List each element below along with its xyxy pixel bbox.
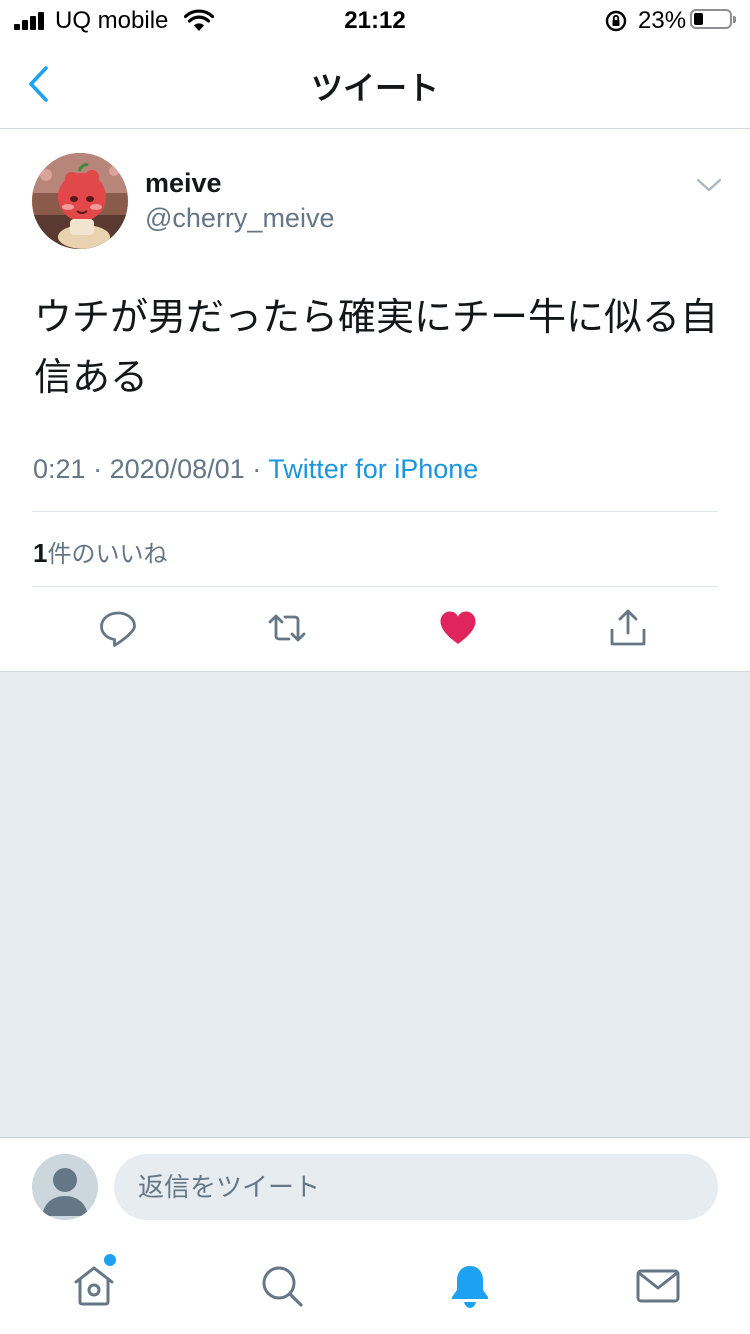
likes-count-link[interactable]: 1件のいいね [33, 534, 167, 569]
divider [32, 511, 718, 512]
user-avatar[interactable] [32, 153, 128, 249]
heart-icon[interactable] [438, 608, 478, 648]
bell-icon[interactable] [446, 1262, 494, 1310]
user-handle[interactable]: @cherry_meive [145, 203, 334, 234]
empty-replies-area [0, 672, 750, 1137]
divider [0, 1137, 750, 1138]
share-icon[interactable] [608, 608, 648, 648]
meta-separator: · [85, 454, 110, 484]
page-title: ツイート [310, 70, 439, 106]
tweet-text: ウチが男だったら確実にチー牛に似る自信ある [34, 297, 719, 399]
new-content-indicator [104, 1254, 116, 1266]
status-bar: UQ mobile 21:12 23% [0, 0, 750, 42]
chevron-down-icon[interactable] [694, 170, 724, 200]
battery-percent: 23% [638, 7, 687, 34]
tweet-date: 2020/08/01 [109, 454, 245, 484]
home-icon[interactable] [70, 1262, 118, 1310]
divider [32, 586, 718, 587]
display-name[interactable]: meive [145, 168, 222, 199]
envelope-icon[interactable] [634, 1262, 682, 1310]
tweet-source-link[interactable]: Twitter for iPhone [268, 454, 478, 484]
search-icon[interactable] [258, 1262, 306, 1310]
reply-input[interactable]: 返信をツイート [114, 1154, 718, 1220]
like-count: 1 [33, 538, 48, 568]
divider [0, 128, 750, 129]
default-avatar-icon [32, 1154, 98, 1220]
battery-icon [690, 9, 736, 29]
tweet-meta: 0:21 · 2020/08/01 · Twitter for iPhone [33, 454, 478, 485]
meta-separator: · [244, 454, 269, 484]
reply-bubble-icon[interactable] [98, 608, 138, 648]
tweet-time: 0:21 [33, 454, 86, 484]
like-label: 件のいいね [47, 541, 168, 568]
orientation-lock-icon [605, 10, 627, 32]
retweet-icon[interactable] [267, 608, 307, 648]
